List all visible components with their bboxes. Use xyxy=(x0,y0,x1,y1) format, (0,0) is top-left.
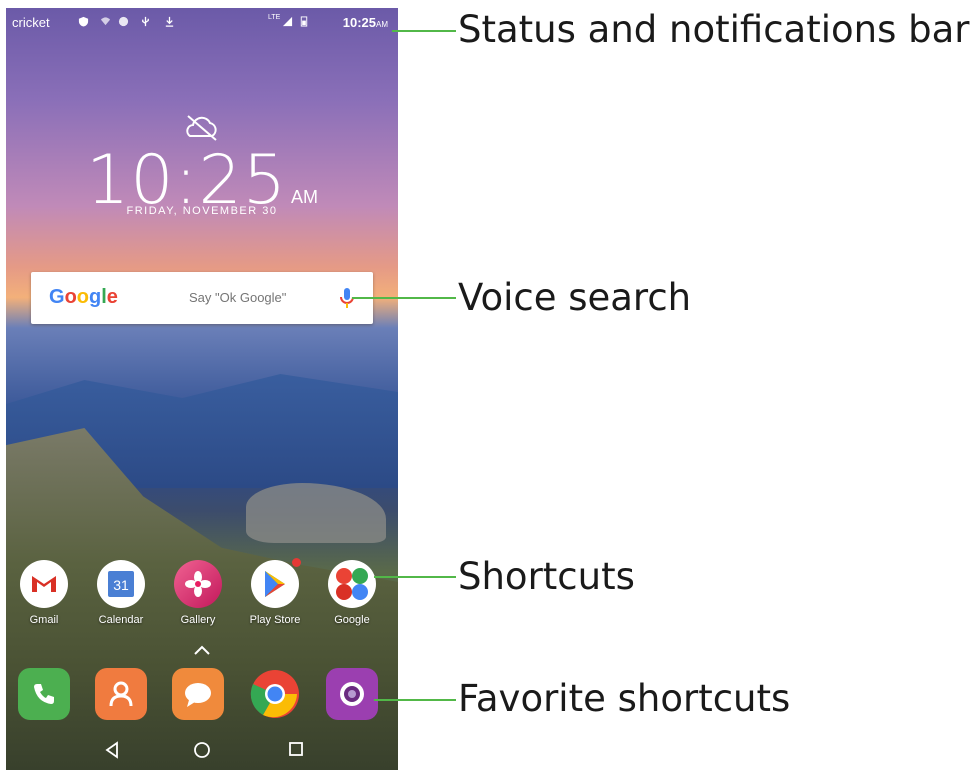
app-label: Calendar xyxy=(98,614,144,626)
shield-icon xyxy=(78,16,89,27)
back-icon[interactable] xyxy=(104,741,120,759)
clock-ampm: AM xyxy=(290,187,318,207)
status-bar[interactable]: cricket LTE 10:25AM xyxy=(6,8,398,36)
sync-icon xyxy=(118,16,129,27)
dock-chrome[interactable] xyxy=(239,668,311,720)
callout-line-favorites xyxy=(374,699,456,701)
app-label: Gmail xyxy=(29,614,59,626)
dock-messages[interactable] xyxy=(162,668,234,720)
callout-line-shortcuts xyxy=(374,576,456,578)
messages-icon xyxy=(172,668,224,720)
camera-icon xyxy=(326,668,378,720)
usb-icon xyxy=(142,16,149,27)
app-play-store[interactable]: Play Store xyxy=(239,558,311,626)
dock-camera[interactable] xyxy=(316,668,388,720)
battery-icon xyxy=(300,16,308,27)
google-folder-icon xyxy=(328,560,376,608)
weather-unavailable-icon[interactable] xyxy=(182,112,222,142)
notification-dot xyxy=(292,558,301,567)
network-type: LTE xyxy=(268,14,281,21)
gallery-icon xyxy=(174,560,222,608)
search-hint: Say "Ok Google" xyxy=(189,290,287,305)
app-gmail[interactable]: Gmail xyxy=(8,560,80,626)
callout-status: Status and notifications bar xyxy=(458,8,970,51)
app-gallery[interactable]: Gallery xyxy=(162,560,234,626)
wifi-icon xyxy=(100,17,111,26)
app-label: Google xyxy=(334,614,370,626)
status-time-value: 10:25 xyxy=(342,15,376,30)
app-google-folder[interactable]: Google xyxy=(316,560,388,626)
navigation-bar xyxy=(6,732,398,770)
gmail-icon xyxy=(20,560,68,608)
dock-contacts[interactable] xyxy=(85,668,157,720)
phone-icon xyxy=(18,668,70,720)
app-label: Play Store xyxy=(249,614,301,626)
download-icon xyxy=(165,16,174,27)
recents-icon[interactable] xyxy=(288,741,304,757)
carrier-name: cricket xyxy=(12,15,50,30)
wallpaper-rock xyxy=(246,483,386,543)
clock-date: FRIDAY, NOVEMBER 30 xyxy=(126,205,278,217)
status-time: 10:25AM xyxy=(343,15,388,30)
calendar-day: 31 xyxy=(108,571,134,597)
signal-icon xyxy=(282,16,293,27)
dock-phone[interactable] xyxy=(8,668,80,720)
google-logo: Google xyxy=(49,286,118,308)
callout-favorite-shortcuts: Favorite shortcuts xyxy=(458,677,791,720)
home-icon[interactable] xyxy=(193,741,211,759)
callout-shortcuts: Shortcuts xyxy=(458,555,635,598)
phone-screen: cricket LTE 10:25AM 10:25 AM FRIDAY, NOVE… xyxy=(6,8,398,770)
chrome-icon xyxy=(249,668,301,720)
callout-line-voice xyxy=(352,297,456,299)
callout-line-status xyxy=(392,30,456,32)
calendar-icon: 31 xyxy=(97,560,145,608)
play-store-icon xyxy=(251,558,301,608)
app-label: Gallery xyxy=(180,614,216,626)
google-search-widget[interactable]: Google Say "Ok Google" xyxy=(31,272,373,324)
app-calendar[interactable]: 31 Calendar xyxy=(85,560,157,626)
status-time-ampm: AM xyxy=(376,20,388,29)
contacts-icon xyxy=(95,668,147,720)
chevron-up-icon[interactable] xyxy=(192,644,212,656)
callout-voice-search: Voice search xyxy=(458,276,692,319)
